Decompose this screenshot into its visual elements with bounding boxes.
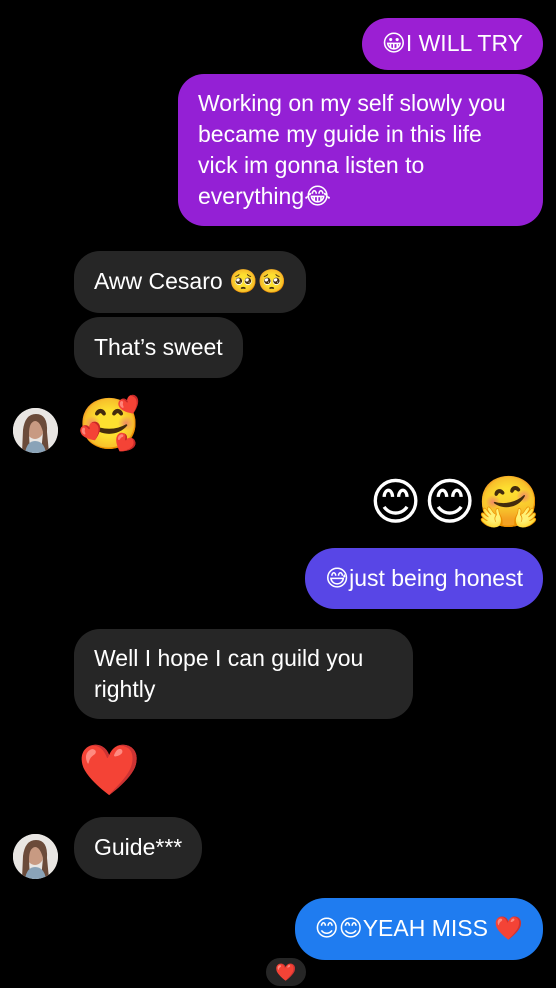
received-heart-emoji[interactable]: ❤️ — [78, 741, 140, 799]
sent-message-bubble[interactable]: 😀I WILL TRY — [361, 18, 543, 70]
chat-thread[interactable]: 😀I WILL TRY Working on my self slowly yo… — [0, 0, 556, 988]
received-message-bubble[interactable]: Aww Cesaro 🥺🥺 — [74, 251, 307, 313]
sent-emoji-message[interactable]: 😊😊🤗 — [369, 473, 542, 531]
sent-message-bubble[interactable]: 😊😊YEAH MISS ❤️ — [294, 898, 543, 960]
contact-avatar-icon[interactable] — [13, 834, 58, 879]
received-emoji-message[interactable]: 🥰 — [78, 395, 140, 453]
sent-message-bubble[interactable]: 😅just being honest — [305, 548, 543, 609]
received-message-bubble[interactable]: Guide*** — [74, 817, 203, 879]
received-message-bubble[interactable]: Well I hope I can guild you rightly — [74, 629, 413, 719]
contact-avatar-icon[interactable] — [13, 408, 58, 453]
heart-reaction-badge[interactable]: ❤️ — [264, 956, 308, 988]
heart-reaction-icon: ❤️ — [275, 963, 297, 983]
sent-message-bubble[interactable]: Working on my self slowly you became my … — [178, 74, 543, 226]
received-message-bubble[interactable]: That’s sweet — [74, 317, 243, 378]
